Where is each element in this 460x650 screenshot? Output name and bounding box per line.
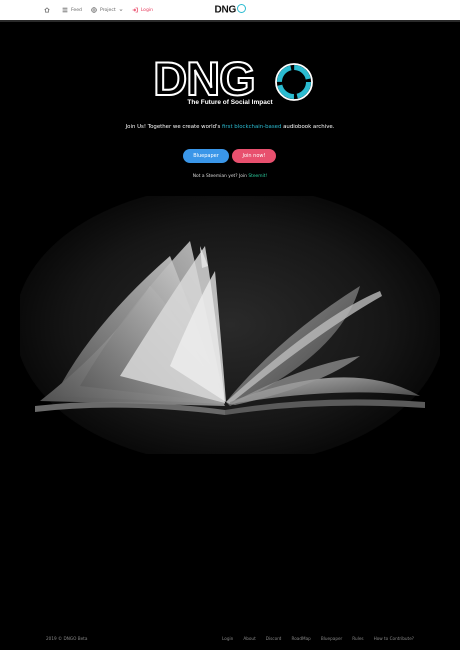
intro-highlight: first blockchain-based bbox=[222, 124, 282, 130]
footer-link-about[interactable]: About bbox=[243, 636, 255, 641]
brand-o-ring-icon bbox=[236, 4, 246, 13]
steemit-prompt-text: Not a Steemian yet? Join bbox=[192, 174, 249, 179]
navbar-brand-logo[interactable]: DNG bbox=[0, 4, 460, 16]
footer: 2019 © DNGO Beta Login About Discord Roa… bbox=[0, 636, 460, 646]
footer-link-contribute[interactable]: How to Contribute? bbox=[374, 636, 414, 641]
footer-link-bluepaper[interactable]: Bluepaper bbox=[321, 636, 342, 641]
open-book-image bbox=[20, 196, 440, 454]
footer-copyright: 2019 © DNGO Beta bbox=[46, 636, 88, 641]
footer-link-roadmap[interactable]: RoadMap bbox=[291, 636, 310, 641]
footer-link-login[interactable]: Login bbox=[222, 636, 233, 641]
footer-links: Login About Discord RoadMap Bluepaper Ru… bbox=[222, 636, 414, 641]
hero-intro: Join Us! Together we create world's firs… bbox=[0, 124, 460, 130]
steemit-prompt: Not a Steemian yet? Join Steemit! bbox=[0, 174, 460, 179]
hero-tagline: The Future of Social Impact bbox=[187, 99, 273, 106]
header-divider bbox=[0, 20, 460, 22]
intro-text-end: audiobook archive. bbox=[281, 124, 335, 130]
bluepaper-button[interactable]: Bluepaper bbox=[183, 149, 229, 163]
hero-logo: DNG bbox=[0, 54, 460, 103]
intro-text-start: Join Us! Together we create world's bbox=[125, 124, 223, 130]
navbar-brand-text: DNG bbox=[214, 4, 237, 16]
footer-link-discord[interactable]: Discord bbox=[266, 636, 282, 641]
steemit-link[interactable]: Steemit! bbox=[248, 174, 267, 179]
top-navbar: Feed Project Login DNG bbox=[0, 0, 460, 21]
join-now-button[interactable]: Join now! bbox=[232, 149, 276, 163]
footer-link-rules[interactable]: Rules bbox=[352, 636, 363, 641]
